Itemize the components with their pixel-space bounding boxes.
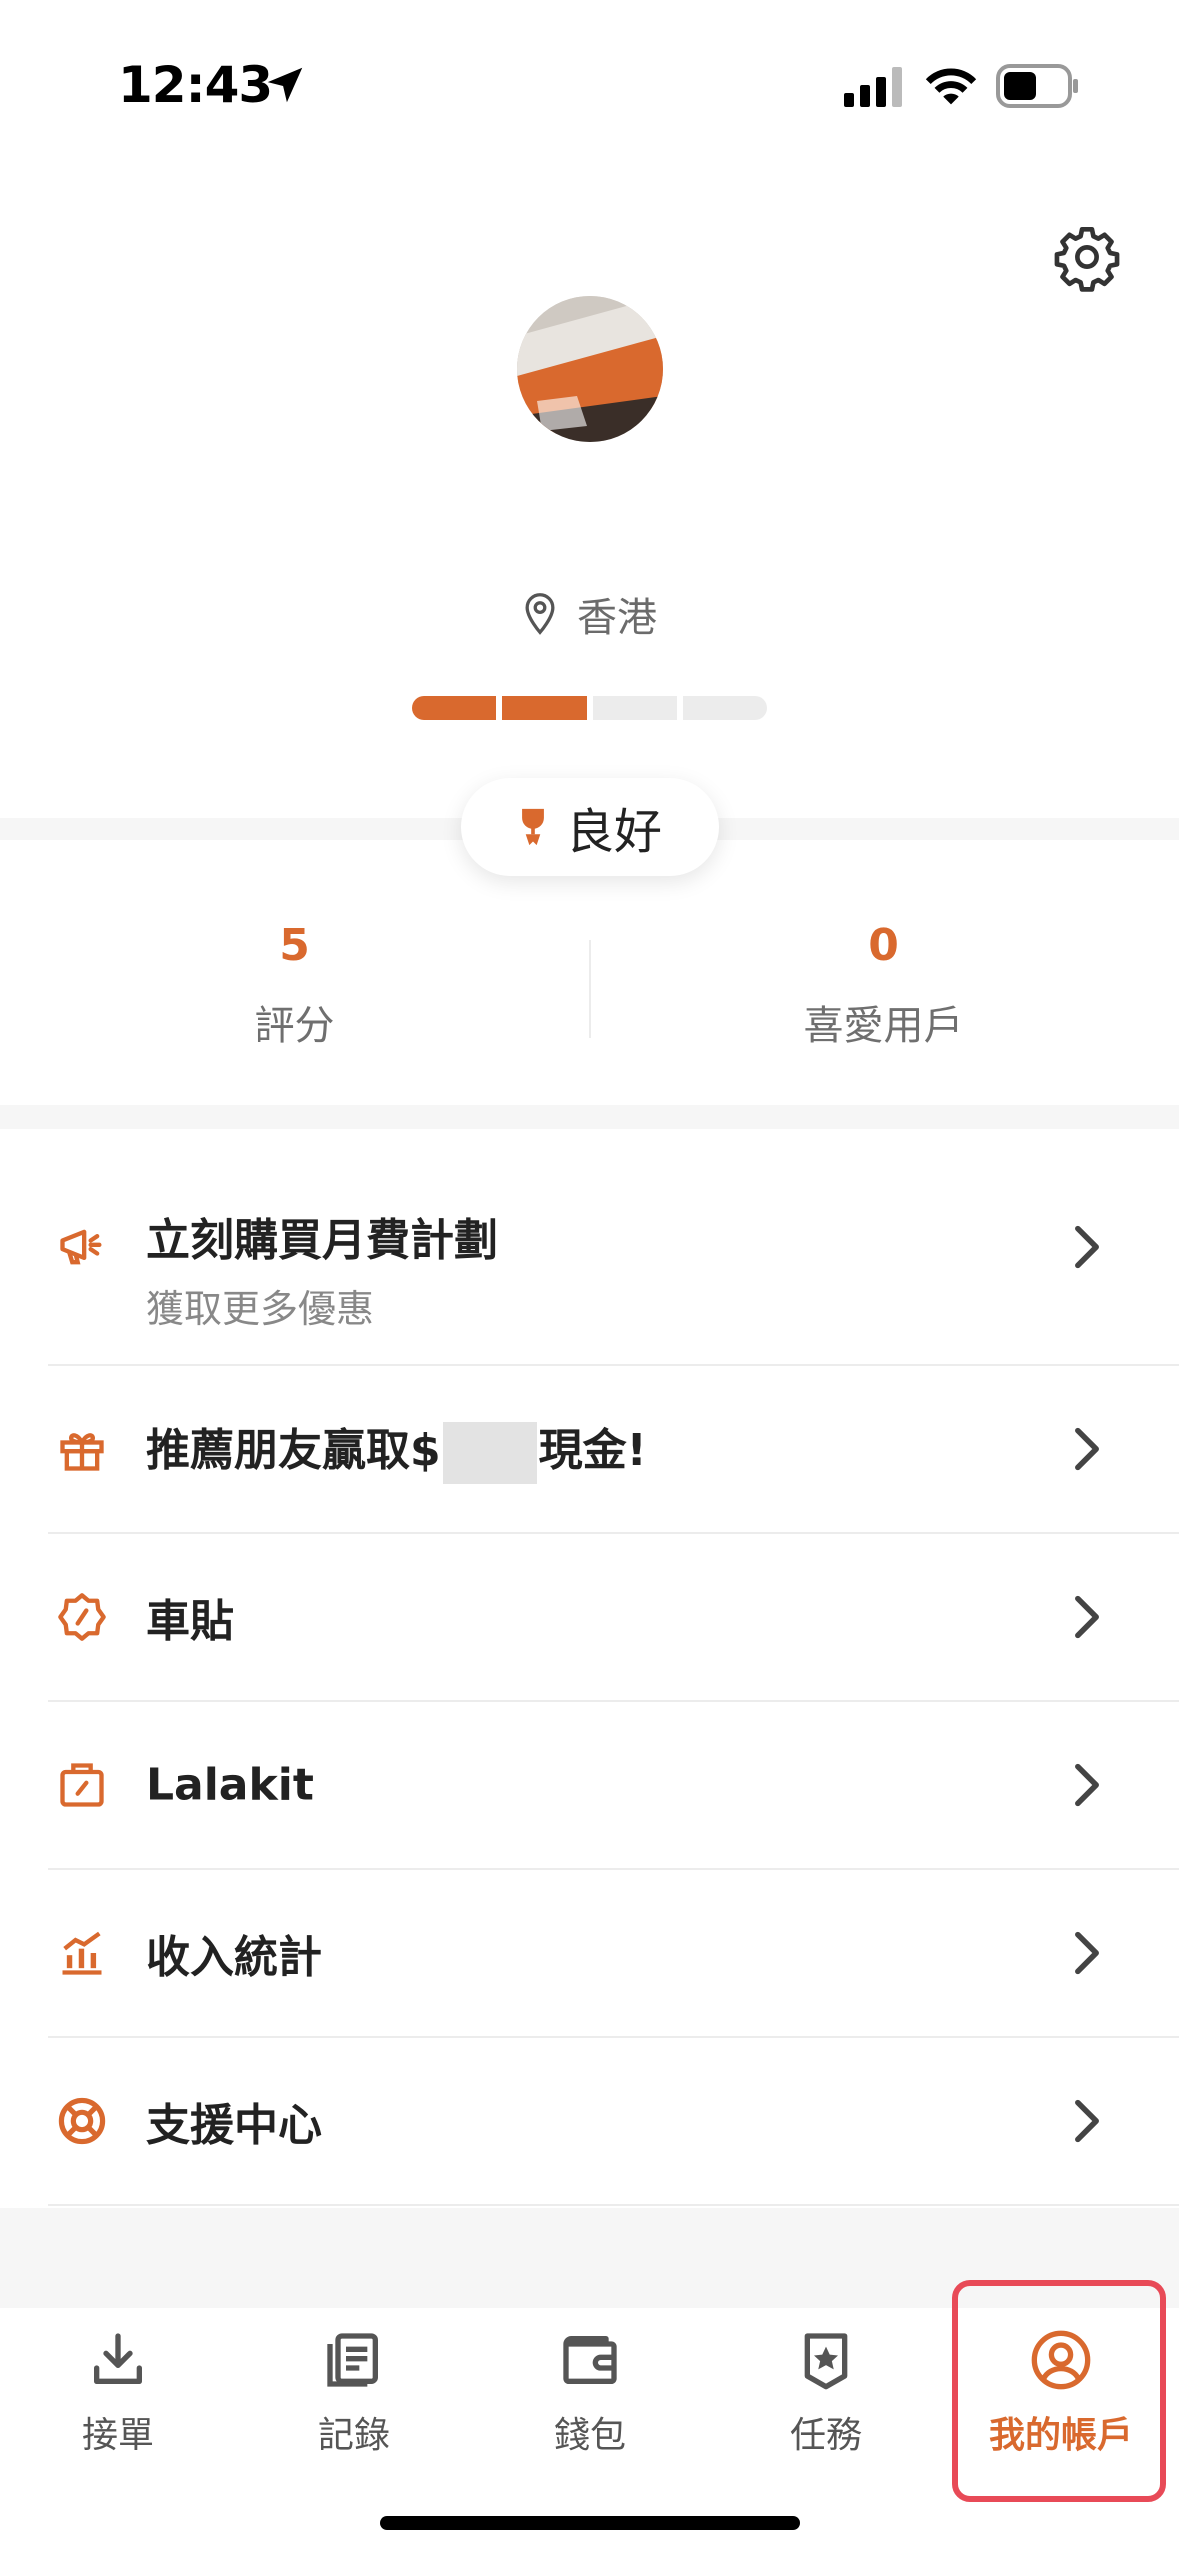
- menu-title: Lalakit: [146, 1759, 314, 1811]
- status-bar: 12:43: [0, 0, 1179, 170]
- bag-icon: [60, 1763, 104, 1807]
- chevron-right-icon: [1075, 1763, 1099, 1807]
- menu-title: 推薦朋友贏取$ 現金!: [146, 1414, 647, 1484]
- rating-label: 良好: [565, 804, 662, 860]
- stat-favorite-users[interactable]: 0 喜愛用戶: [589, 920, 1178, 1051]
- chevron-right-icon: [1075, 1225, 1099, 1269]
- chevron-right-icon: [1075, 1427, 1099, 1471]
- settings-gear-icon[interactable]: [1052, 222, 1122, 292]
- menu-item-support-center[interactable]: 支援中心: [48, 2038, 1179, 2206]
- tab-tasks[interactable]: 任務: [708, 2328, 944, 2458]
- chevron-right-icon: [1075, 1931, 1099, 1975]
- menu-item-referral[interactable]: 推薦朋友贏取$ 現金!: [48, 1366, 1179, 1534]
- tab-orders[interactable]: 接單: [0, 2328, 236, 2458]
- menu-list: 立刻購買月費計劃 獲取更多優惠 推薦朋友贏取$ 現金! 車貼 Lalakit 收…: [0, 1130, 1179, 2206]
- wallet-icon: [563, 2336, 617, 2384]
- avatar-photo: [517, 296, 663, 442]
- trophy-icon: [522, 808, 544, 846]
- tab-label: 接單: [81, 2415, 154, 2456]
- highlight-annotation: [952, 2280, 1166, 2502]
- level-segment: [502, 696, 587, 720]
- stat-rating[interactable]: 5 評分: [0, 920, 589, 1051]
- level-segment: [412, 696, 497, 720]
- chevron-right-icon: [1075, 2099, 1099, 2143]
- tab-wallet[interactable]: 錢包: [472, 2328, 708, 2458]
- tab-label: 任務: [789, 2415, 862, 2456]
- chevron-right-icon: [1075, 1595, 1099, 1639]
- cellular-signal-icon: [844, 67, 902, 107]
- level-segment: [592, 696, 677, 720]
- wifi-icon: [925, 68, 977, 105]
- stat-value: 5: [279, 920, 310, 971]
- menu-title: 立刻購買月費計劃: [146, 1215, 498, 1266]
- badge-icon: [58, 1593, 106, 1641]
- stat-label: 喜愛用戶: [803, 1003, 964, 1049]
- level-progress-bar: [412, 696, 767, 720]
- lifebuoy-icon: [58, 2097, 106, 2145]
- menu-title-suffix: 現金!: [538, 1425, 647, 1476]
- menu-item-car-sticker[interactable]: 車貼: [48, 1534, 1179, 1702]
- redacted-amount: [442, 1422, 537, 1484]
- megaphone-icon: [60, 1229, 102, 1265]
- stat-label: 評分: [254, 1003, 335, 1049]
- tab-label: 錢包: [553, 2415, 626, 2456]
- menu-title: 車貼: [146, 1596, 234, 1647]
- menu-item-income-stats[interactable]: 收入統計: [48, 1870, 1179, 2038]
- menu-subtitle: 獲取更多優惠: [146, 1287, 375, 1331]
- stat-value: 0: [868, 920, 899, 971]
- location-pin-icon: [525, 593, 555, 635]
- avatar[interactable]: [517, 296, 663, 442]
- status-time: 12:43: [118, 56, 273, 114]
- location-arrow-icon: [267, 67, 303, 103]
- level-segment: [682, 696, 767, 720]
- chart-icon: [62, 1931, 102, 1975]
- location-text: 香港: [577, 595, 658, 641]
- star-badge-icon: [804, 2333, 848, 2390]
- menu-title-prefix: 推薦朋友贏取$: [146, 1425, 441, 1476]
- tab-records[interactable]: 記錄: [236, 2328, 472, 2458]
- gift-icon: [60, 1433, 104, 1471]
- rating-badge[interactable]: 良好: [461, 778, 719, 876]
- menu-item-lalakit[interactable]: Lalakit: [48, 1702, 1179, 1870]
- home-indicator: [380, 2516, 800, 2530]
- stats-section: 5 評分 0 喜愛用戶: [0, 900, 1179, 1100]
- menu-title: 支援中心: [146, 2100, 322, 2151]
- menu-title: 收入統計: [146, 1932, 322, 1983]
- menu-item-subscription[interactable]: 立刻購買月費計劃 獲取更多優惠: [48, 1130, 1179, 1366]
- list-icon: [327, 2333, 378, 2387]
- section-divider: [0, 1105, 1179, 1129]
- battery-icon: [996, 64, 1078, 108]
- tab-label: 記錄: [317, 2415, 390, 2456]
- location-row: 香港: [0, 585, 1179, 643]
- download-icon: [94, 2333, 142, 2384]
